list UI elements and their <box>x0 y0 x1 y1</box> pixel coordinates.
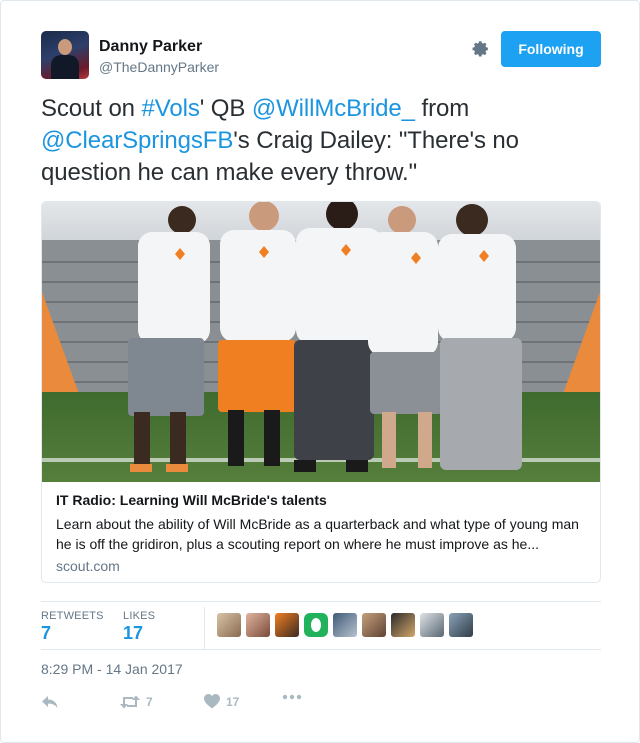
link-card-photo <box>42 202 600 482</box>
tweet-text: Scout on #Vols' QB @WillMcBride_ from @C… <box>41 93 601 189</box>
tweet-text-plain: ' QB <box>199 95 252 122</box>
liker-avatar[interactable] <box>304 613 328 637</box>
mention-link[interactable]: @WillMcBride_ <box>252 95 415 122</box>
retweet-action-count: 7 <box>146 695 153 709</box>
liker-avatar[interactable] <box>333 613 357 637</box>
tweet-timestamp[interactable]: 8:29 PM - 14 Jan 2017 <box>41 661 183 677</box>
hashtag-link[interactable]: #Vols <box>142 95 200 122</box>
tweet-text-plain: Scout on <box>41 95 142 122</box>
like-button[interactable]: 17 <box>204 694 239 709</box>
stats-separator <box>204 607 205 649</box>
liker-avatar[interactable] <box>246 613 270 637</box>
mention-link[interactable]: @ClearSpringsFB <box>41 127 233 154</box>
divider <box>41 601 601 602</box>
likes-count[interactable]: 17 <box>123 623 143 644</box>
liker-avatar[interactable] <box>362 613 386 637</box>
tweet-text-plain: from <box>414 95 470 122</box>
author-name[interactable]: Danny Parker <box>99 38 202 56</box>
more-button[interactable] <box>282 694 302 700</box>
author-avatar[interactable] <box>41 31 89 79</box>
heart-icon <box>204 694 220 709</box>
retweet-icon <box>120 695 140 709</box>
retweet-button[interactable]: 7 <box>120 694 153 710</box>
link-card-title[interactable]: IT Radio: Learning Will McBride's talent… <box>56 492 327 508</box>
link-card-description: Learn about the ability of Will McBride … <box>56 516 579 552</box>
gear-icon[interactable] <box>469 38 491 60</box>
reply-button[interactable] <box>41 694 59 710</box>
reply-icon <box>42 696 58 708</box>
more-icon <box>282 694 302 700</box>
author-handle[interactable]: @TheDannyParker <box>99 59 219 75</box>
divider <box>41 649 601 650</box>
link-card-domain: scout.com <box>56 558 120 574</box>
liker-avatar[interactable] <box>420 613 444 637</box>
following-button[interactable]: Following <box>501 31 601 67</box>
tweet-card: Danny Parker @TheDannyParker Following S… <box>0 0 640 743</box>
liker-avatar[interactable] <box>391 613 415 637</box>
liker-avatar[interactable] <box>217 613 241 637</box>
likes-label[interactable]: LIKES <box>123 610 155 622</box>
like-action-count: 17 <box>226 694 240 709</box>
retweets-count[interactable]: 7 <box>41 623 51 644</box>
retweets-label[interactable]: RETWEETS <box>41 610 104 622</box>
link-card[interactable]: IT Radio: Learning Will McBride's talent… <box>41 201 601 583</box>
liker-avatar[interactable] <box>275 613 299 637</box>
liker-avatar[interactable] <box>449 613 473 637</box>
